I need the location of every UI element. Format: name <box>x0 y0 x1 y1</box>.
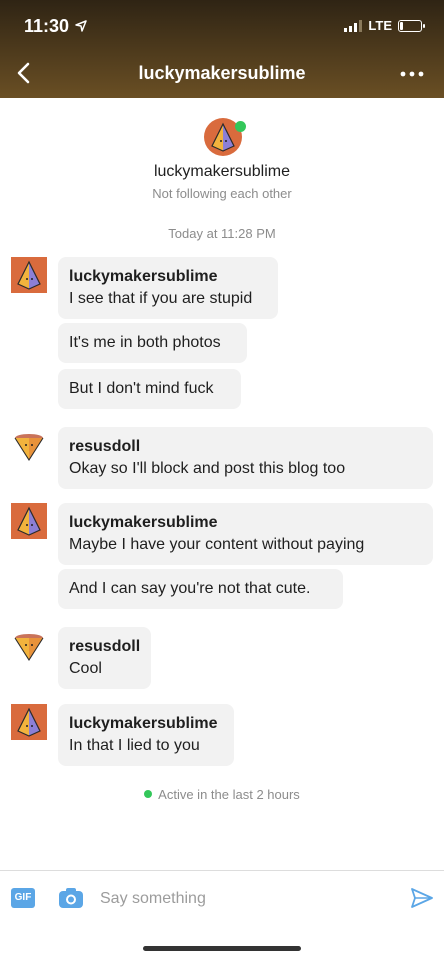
home-indicator[interactable] <box>143 946 301 951</box>
active-status: Active in the last 2 hours <box>0 787 444 802</box>
status-time: 11:30 <box>24 16 70 36</box>
location-arrow-icon <box>75 20 87 32</box>
message-bubble[interactable]: resusdoll Okay so I'll block and post th… <box>58 427 433 489</box>
pyramid-avatar-icon <box>17 707 41 737</box>
camera-icon <box>59 888 83 908</box>
message-text: And I can say you're not that cute. <box>69 580 311 597</box>
message-bubble[interactable]: resusdoll Cool <box>58 627 151 689</box>
sender-avatar[interactable] <box>11 427 47 463</box>
message-bubble[interactable]: luckymakersublime Maybe I have your cont… <box>58 503 433 565</box>
send-arrow-icon <box>411 888 433 908</box>
message-text: Maybe I have your content without paying <box>69 536 365 553</box>
message-sender: luckymakersublime <box>69 514 218 531</box>
cone-avatar-icon <box>14 634 44 662</box>
message-text: It's me in both photos <box>69 334 221 351</box>
message-bubble[interactable]: luckymakersublime In that I lied to you <box>58 704 234 766</box>
sender-avatar[interactable] <box>11 704 47 740</box>
message-text: In that I lied to you <box>69 737 200 754</box>
message-text: I see that if you are stupid <box>69 290 253 307</box>
signal-icon <box>344 19 363 32</box>
message-text: Cool <box>69 660 102 677</box>
message-sender: resusdoll <box>69 438 141 455</box>
profile-name[interactable]: luckymakersublime <box>0 163 444 181</box>
sender-avatar[interactable] <box>11 257 47 293</box>
message-input[interactable] <box>98 885 392 913</box>
pyramid-avatar-icon <box>17 260 41 290</box>
message-bubble[interactable]: But I don't mind fuck <box>58 369 241 409</box>
status-indicators: LTE <box>344 18 425 33</box>
message-bubble[interactable]: It's me in both photos <box>58 323 247 363</box>
sender-avatar[interactable] <box>11 503 47 539</box>
send-button[interactable] <box>410 887 434 909</box>
conversation-timestamp: Today at 11:28 PM <box>168 226 276 241</box>
message-sender: luckymakersublime <box>69 268 218 285</box>
more-dots-icon <box>400 71 424 77</box>
sender-avatar[interactable] <box>11 627 47 663</box>
gif-button[interactable]: GIF <box>11 888 35 908</box>
follow-status: Not following each other <box>152 186 292 201</box>
active-dot-icon <box>144 790 153 798</box>
active-status-text: Active in the last 2 hours <box>158 787 300 802</box>
more-options-button[interactable] <box>398 64 426 84</box>
cone-avatar-icon <box>14 434 44 462</box>
battery-icon <box>398 19 425 32</box>
message-text: But I don't mind fuck <box>69 380 214 397</box>
message-sender: luckymakersublime <box>69 715 218 732</box>
app-header: 11:30 LTE luckymakersublime <box>0 0 444 98</box>
network-type: LTE <box>368 18 392 33</box>
message-sender: resusdoll <box>69 638 141 655</box>
camera-button[interactable] <box>58 887 84 909</box>
pyramid-avatar-icon <box>17 506 41 536</box>
online-indicator <box>235 121 246 132</box>
message-text: Okay so I'll block and post this blog to… <box>69 460 346 477</box>
conversation-title[interactable]: luckymakersublime <box>0 63 444 84</box>
message-bubble[interactable]: And I can say you're not that cute. <box>58 569 343 609</box>
message-bubble[interactable]: luckymakersublime I see that if you are … <box>58 257 278 319</box>
